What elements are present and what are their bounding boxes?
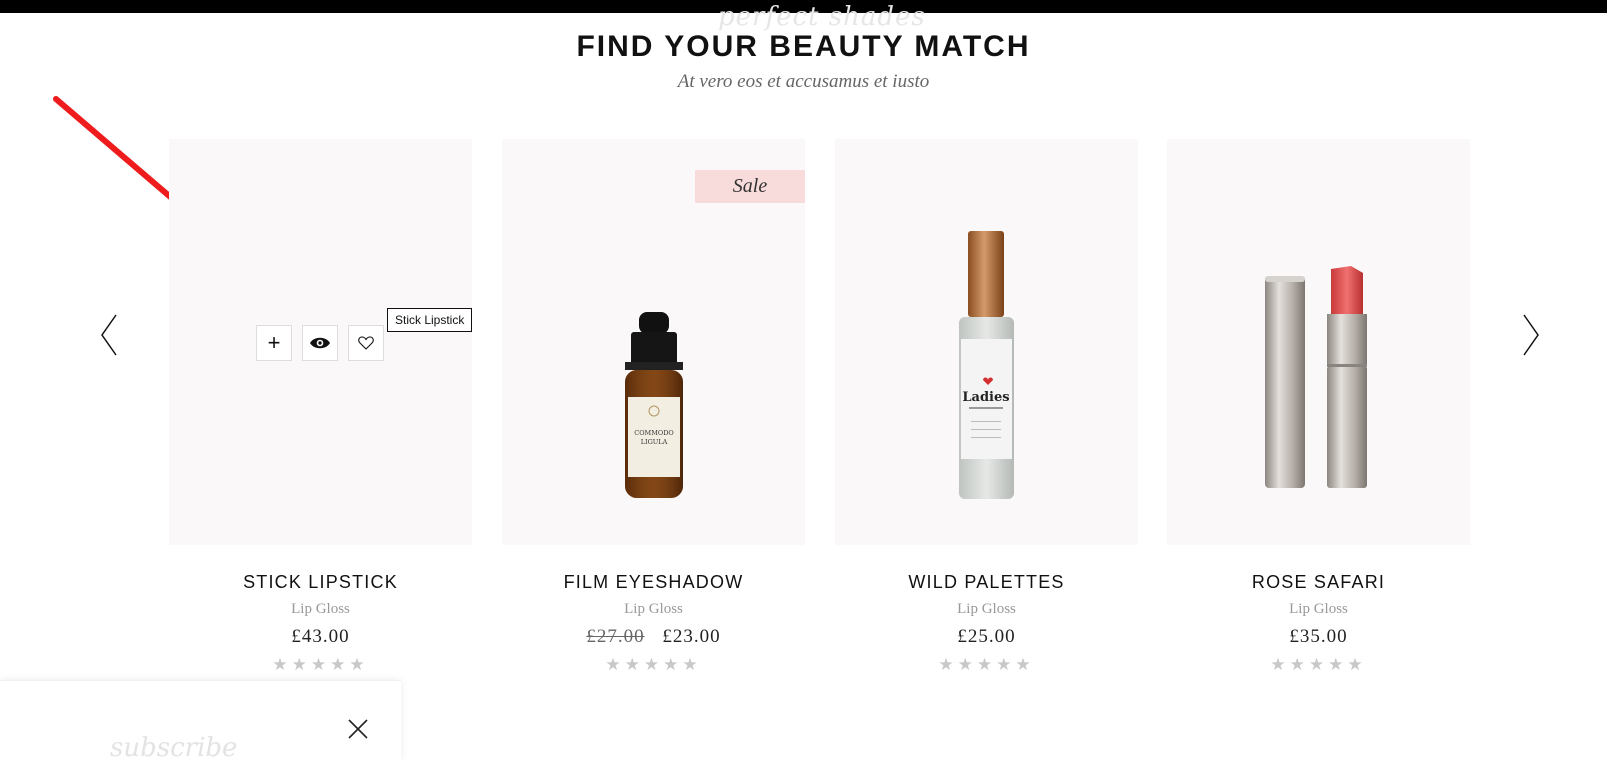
product-name[interactable]: WILD PALETTES [835, 572, 1138, 593]
chevron-left-icon [101, 314, 117, 356]
quick-view-button[interactable] [302, 325, 338, 361]
lipstick-image [1265, 266, 1367, 488]
product-price: £43.00 [169, 626, 472, 648]
section-subtitle: At vero eos et accusamus et iusto [677, 71, 930, 92]
product-name[interactable]: FILM EYESHADOW [502, 572, 805, 593]
product-card-stick-lipstick[interactable]: + Stick Lipstick STICK LIPSTICK Lip Glos… [169, 139, 472, 675]
bottle-label: Ladies [962, 390, 1009, 405]
product-tooltip: Stick Lipstick [387, 308, 472, 332]
dropper-bottle-image: COMMODO LIGULA [625, 312, 683, 498]
section-title: FIND YOUR BEAUTY MATCH [576, 30, 1031, 63]
product-price-old: £27.00 [586, 626, 645, 647]
product-card-wild-palettes[interactable]: Ladies WILD PALETTES Lip Gloss £25.00 ★★… [835, 139, 1138, 675]
wishlist-button[interactable] [348, 325, 384, 361]
product-image[interactable] [1167, 139, 1470, 545]
rating-stars: ★★★★★ [272, 655, 369, 675]
header-decor-script: perfect shades [718, 2, 926, 32]
close-icon[interactable] [346, 717, 370, 741]
rating-stars: ★★★★★ [605, 655, 702, 675]
product-name[interactable]: STICK LIPSTICK [169, 572, 472, 593]
product-category[interactable]: Lip Gloss [502, 601, 805, 618]
plus-icon: + [267, 330, 281, 355]
carousel-next-button[interactable] [1520, 313, 1542, 357]
spray-bottle-image: Ladies [959, 231, 1014, 499]
subscribe-popup: subscribe [0, 680, 401, 760]
product-image[interactable]: + Stick Lipstick [169, 139, 472, 545]
product-category[interactable]: Lip Gloss [169, 601, 472, 618]
product-price: £25.00 [835, 626, 1138, 648]
product-card-rose-safari[interactable]: ROSE SAFARI Lip Gloss £35.00 ★★★★★ [1167, 139, 1470, 675]
carousel-prev-button[interactable] [98, 313, 120, 357]
rating-stars: ★★★★★ [1270, 655, 1367, 675]
product-price: £35.00 [1167, 626, 1470, 648]
chevron-right-icon [1523, 314, 1539, 356]
product-category[interactable]: Lip Gloss [835, 601, 1138, 618]
product-price-current: £43.00 [291, 626, 350, 647]
add-to-cart-button[interactable]: + [256, 325, 292, 361]
rating-stars: ★★★★★ [938, 655, 1035, 675]
product-price-current: £35.00 [1289, 626, 1348, 647]
product-image[interactable]: Sale COMMODO LIGULA [502, 139, 805, 545]
product-image[interactable]: Ladies [835, 139, 1138, 545]
eye-icon [310, 337, 330, 349]
product-price-current: £25.00 [957, 626, 1016, 647]
product-card-film-eyeshadow[interactable]: Sale COMMODO LIGULA FILM EYESHADOW Lip G… [502, 139, 805, 675]
product-price-current: £23.00 [662, 626, 721, 647]
product-category[interactable]: Lip Gloss [1167, 601, 1470, 618]
heart-icon [358, 336, 374, 350]
bottle-label-1: COMMODO [634, 429, 673, 437]
product-name[interactable]: ROSE SAFARI [1167, 572, 1470, 593]
product-actions: + [256, 325, 384, 361]
bottle-label-2: LIGULA [641, 438, 668, 446]
popup-decor-script: subscribe [110, 733, 238, 760]
product-price: £27.00 £23.00 [502, 626, 805, 648]
